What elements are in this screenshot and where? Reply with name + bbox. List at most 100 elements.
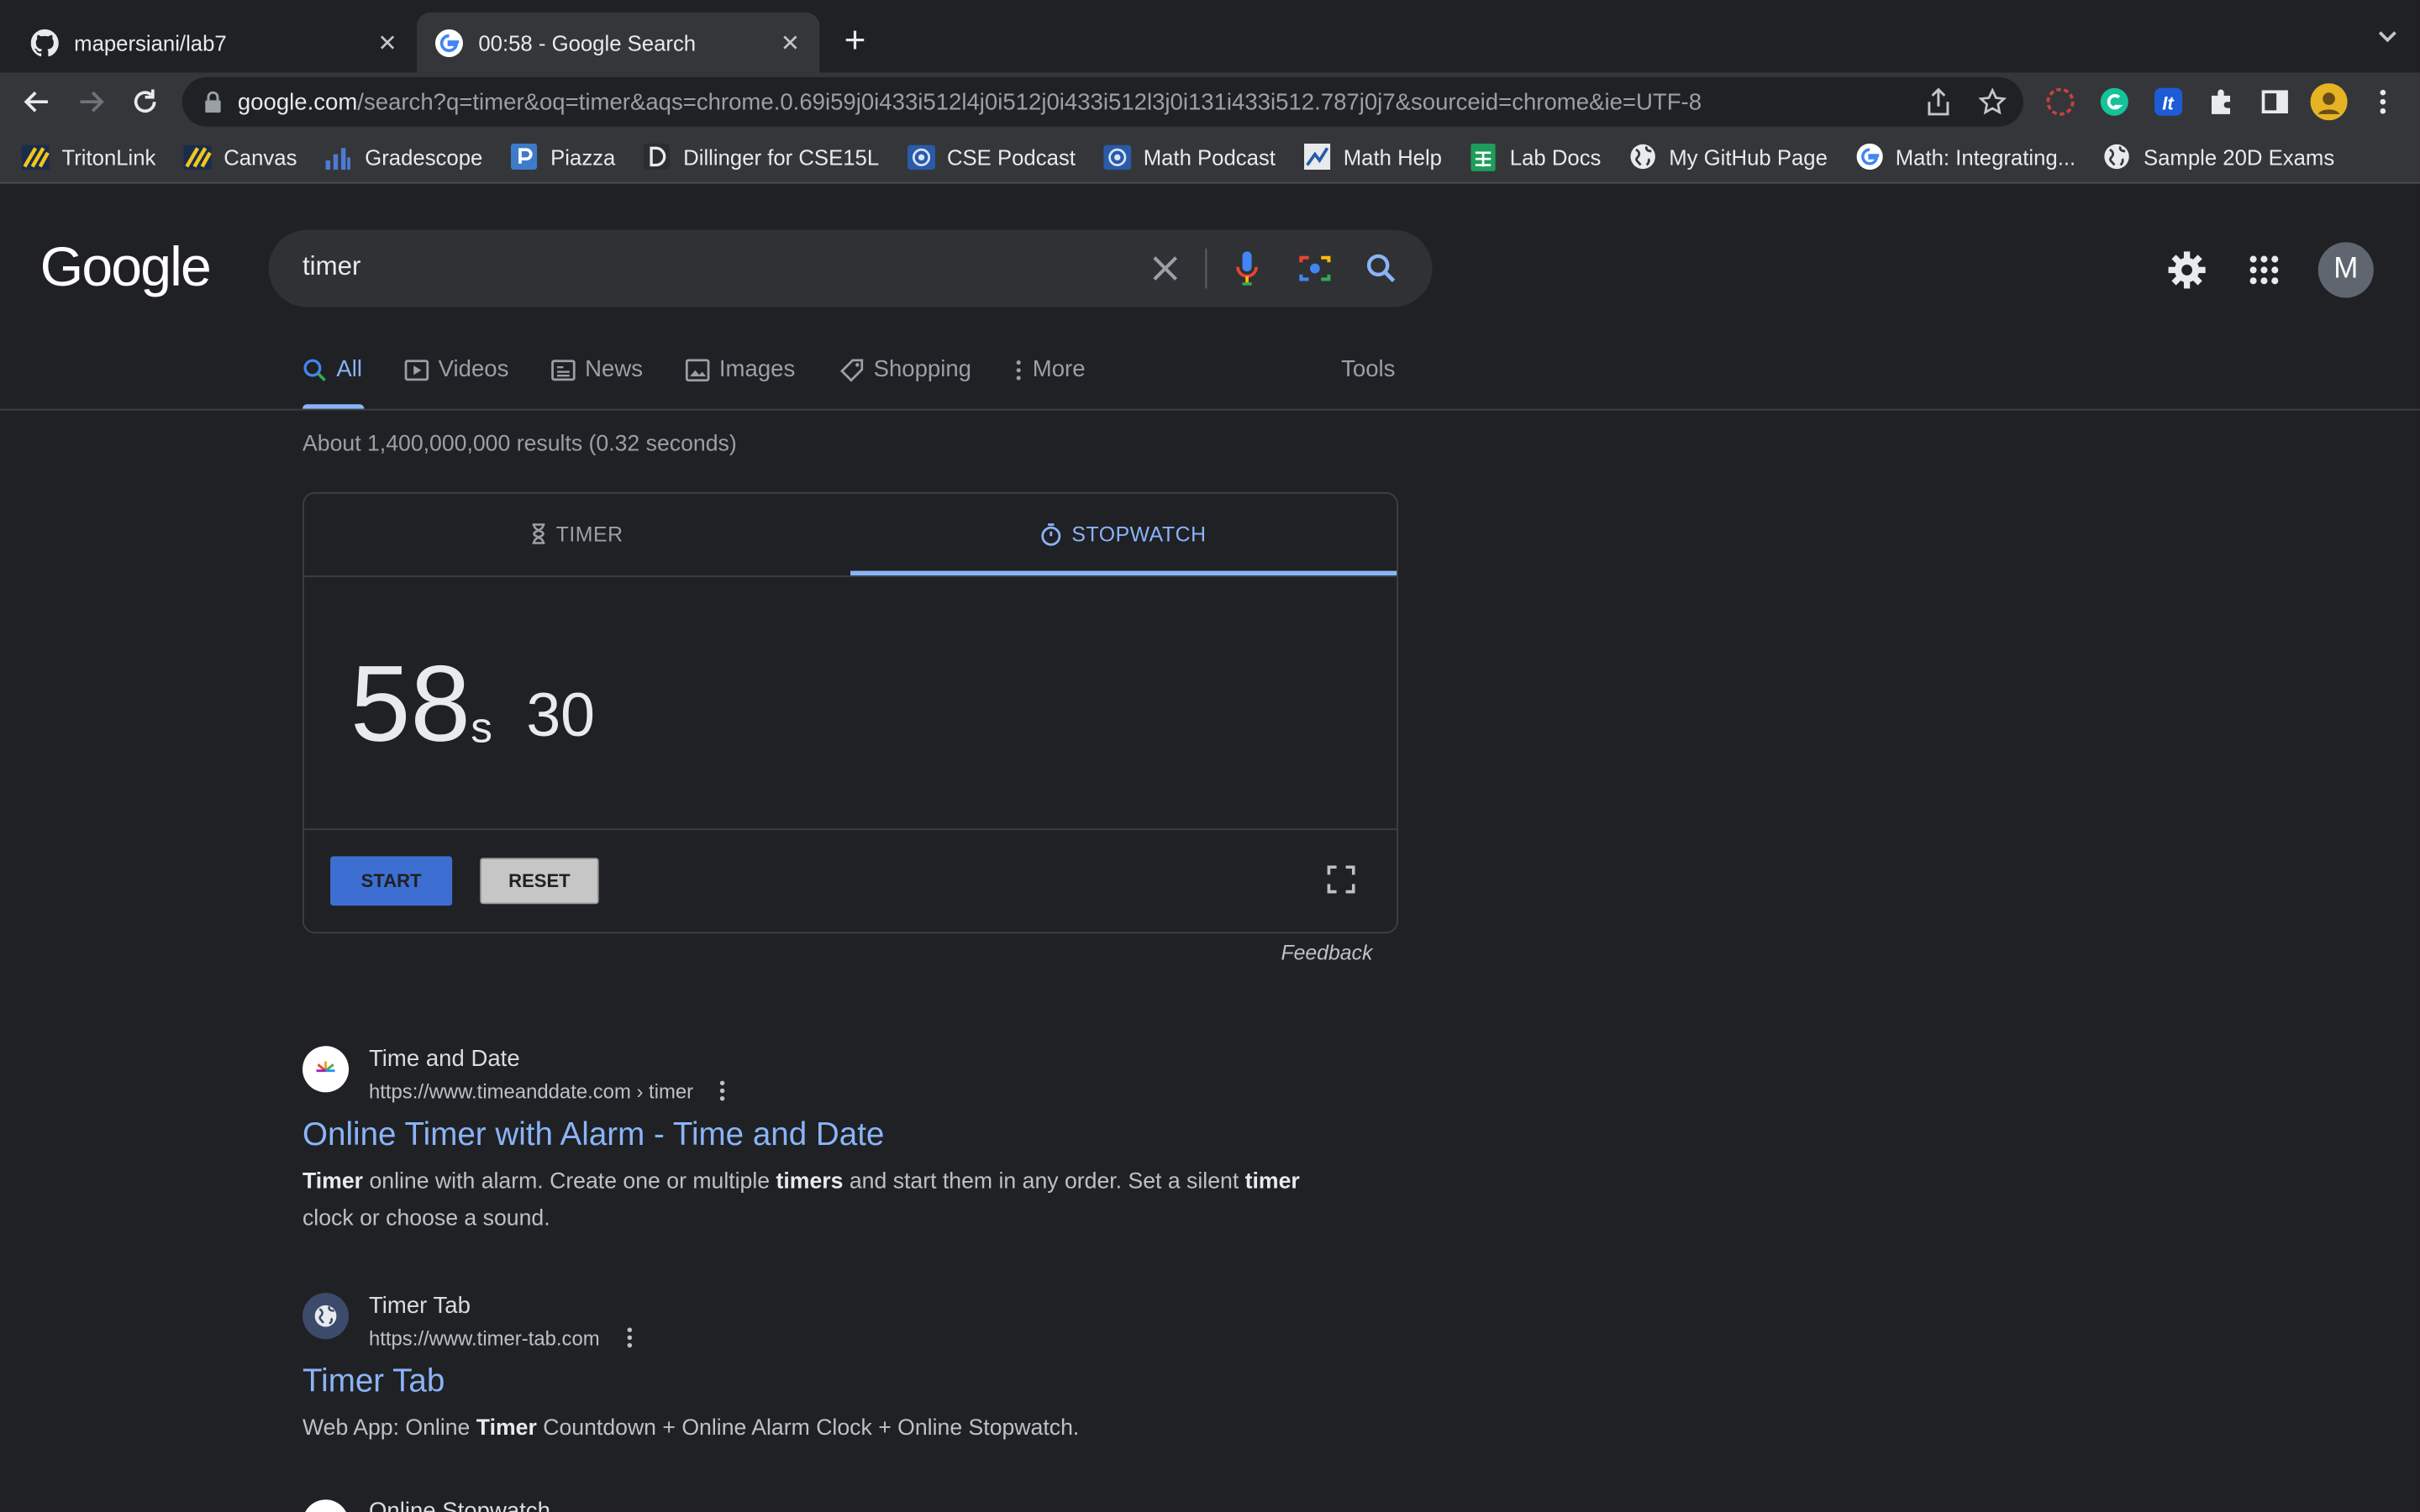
bookmark-label: CSE Podcast	[946, 144, 1076, 170]
result-snippet: Web App: Online Timer Countdown + Online…	[302, 1416, 1080, 1441]
tab-videos[interactable]: Videos	[404, 356, 508, 383]
search-box[interactable]: timer	[268, 229, 1433, 307]
browser-menu-icon[interactable]	[2366, 85, 2400, 118]
reload-icon[interactable]	[125, 81, 166, 122]
browser-toolbar: google.com/search?q=timer&oq=timer&aqs=c…	[0, 72, 2420, 132]
podcast-icon	[1102, 143, 1132, 171]
tag-icon	[839, 357, 864, 381]
bookmark-label: Math: Integrating...	[1895, 144, 2076, 170]
camera-lens-icon[interactable]	[1297, 250, 1334, 287]
lock-icon[interactable]	[203, 91, 222, 113]
result-site-name[interactable]: Online Stopwatch	[369, 1498, 550, 1512]
browser-tab-google-search[interactable]: 00:58 - Google Search ✕	[416, 12, 820, 73]
globe-icon	[1628, 143, 1656, 171]
tab-label: TIMER	[555, 522, 623, 546]
url-text[interactable]: google.com/search?q=timer&oq=timer&aqs=c…	[238, 89, 1905, 115]
result-url[interactable]: https://www.timeanddate.com › timer	[369, 1080, 693, 1104]
bookmark-star-icon[interactable]	[1978, 87, 2007, 116]
bookmark-math-help[interactable]: Math Help	[1303, 143, 1442, 171]
search-icon[interactable]	[1363, 250, 1400, 287]
sheets-icon	[1470, 142, 1497, 171]
browser-tab-github[interactable]: mapersiani/lab7 ✕	[13, 13, 417, 73]
new-tab-button[interactable]: +	[835, 21, 876, 62]
tab-label: Shopping	[873, 356, 972, 383]
google-apps-grid-icon[interactable]	[2241, 247, 2287, 293]
tab-label: All	[336, 356, 363, 383]
microphone-icon[interactable]	[1228, 250, 1265, 287]
extension-blue-icon[interactable]: It	[2151, 85, 2185, 118]
fullscreen-icon[interactable]	[1323, 861, 1360, 898]
tabs-divider	[0, 408, 2420, 411]
svg-text:It: It	[2162, 92, 2175, 113]
clear-search-icon[interactable]	[1147, 250, 1184, 287]
result-snippet: Timer online with alarm. Create one or m…	[302, 1169, 1300, 1231]
stopwatch-widget: TIMER STOPWATCH 58 s 30 START RESET	[302, 491, 1399, 934]
feedback-link[interactable]: Feedback	[1281, 941, 1372, 964]
bookmark-tritonlink[interactable]: TritonLink	[21, 143, 156, 171]
tab-images[interactable]: Images	[685, 356, 795, 383]
reset-button[interactable]: RESET	[480, 858, 599, 905]
bookmark-sample-20d-exams[interactable]: Sample 20D Exams	[2103, 143, 2334, 171]
more-options-icon[interactable]	[713, 1077, 732, 1105]
math-help-icon	[1303, 143, 1331, 171]
stopwatch-centiseconds: 30	[526, 681, 596, 750]
bookmark-piazza[interactable]: Piazza	[510, 143, 615, 171]
result-stats: About 1,400,000,000 results (0.32 second…	[302, 432, 737, 457]
tab-more[interactable]: More	[1014, 356, 1086, 383]
bookmark-label: Dillinger for CSE15L	[683, 144, 880, 170]
bookmark-label: Math Help	[1343, 144, 1442, 170]
bookmark-dillinger[interactable]: Dillinger for CSE15L	[643, 143, 879, 171]
grammarly-icon[interactable]	[2097, 85, 2131, 118]
more-options-icon[interactable]	[620, 1324, 639, 1352]
result-title-link[interactable]: Timer Tab	[302, 1364, 445, 1401]
close-tab-icon[interactable]: ✕	[371, 29, 404, 56]
result-url[interactable]: https://www.timer-tab.com	[369, 1327, 600, 1351]
account-avatar[interactable]: M	[2317, 242, 2374, 298]
tab-title: mapersiani/lab7	[74, 29, 227, 55]
github-icon	[30, 28, 59, 56]
close-tab-icon[interactable]: ✕	[773, 29, 807, 56]
bookmark-canvas[interactable]: Canvas	[183, 143, 297, 171]
card-divider	[303, 828, 1397, 831]
bookmark-math-podcast[interactable]: Math Podcast	[1102, 143, 1276, 171]
tab-all[interactable]: All	[302, 356, 363, 383]
newspaper-icon	[551, 357, 576, 381]
canvas-icon	[183, 143, 212, 171]
url-host: google.com	[237, 88, 358, 115]
tab-timer[interactable]: TIMER	[304, 494, 850, 575]
tab-shopping[interactable]: Shopping	[839, 356, 972, 383]
browser-tab-strip: mapersiani/lab7 ✕ 00:58 - Google Search …	[0, 0, 2420, 73]
card-divider	[303, 575, 1397, 577]
result-title-link[interactable]: Online Timer with Alarm - Time and Date	[302, 1117, 884, 1154]
forward-arrow-icon[interactable]	[71, 81, 111, 122]
tab-search-chevron-icon[interactable]	[2377, 24, 2399, 49]
start-button[interactable]: START	[330, 856, 453, 906]
more-vertical-icon	[1014, 359, 1023, 381]
search-result: Online Stopwatch	[302, 1490, 1352, 1512]
search-input[interactable]: timer	[302, 251, 360, 282]
timeanddate-favicon-icon	[302, 1046, 350, 1093]
bookmark-label: TritonLink	[61, 144, 156, 170]
result-site-name[interactable]: Timer Tab	[369, 1293, 471, 1319]
bookmark-my-github-page[interactable]: My GitHub Page	[1628, 143, 1828, 171]
bookmark-math-integrating[interactable]: Math: Integrating...	[1855, 143, 2075, 171]
tritonlink-icon	[21, 143, 50, 171]
bookmark-lab-docs[interactable]: Lab Docs	[1470, 142, 1601, 171]
side-panel-icon[interactable]	[2258, 85, 2291, 118]
settings-gear-icon[interactable]	[2164, 247, 2210, 293]
tab-stopwatch[interactable]: STOPWATCH	[850, 494, 1397, 575]
url-path: /search?q=timer&oq=timer&aqs=chrome.0.69…	[357, 88, 1702, 115]
back-arrow-icon[interactable]	[17, 81, 57, 122]
tab-news[interactable]: News	[551, 356, 643, 383]
extensions-puzzle-icon[interactable]	[2206, 85, 2239, 118]
bookmark-gradescope[interactable]: Gradescope	[324, 143, 482, 171]
result-site-name[interactable]: Time and Date	[369, 1046, 520, 1072]
tools-button[interactable]: Tools	[1341, 356, 1395, 382]
google-logo[interactable]: Google	[40, 234, 212, 299]
address-bar[interactable]: google.com/search?q=timer&oq=timer&aqs=c…	[182, 76, 2023, 127]
profile-avatar-icon[interactable]	[2310, 83, 2348, 121]
bookmarks-bar: TritonLink Canvas Gradescope Piazza Dill…	[0, 131, 2420, 184]
share-icon[interactable]	[1924, 87, 1952, 116]
bookmark-cse-podcast[interactable]: CSE Podcast	[907, 143, 1076, 171]
extension-red-icon[interactable]	[2044, 85, 2077, 118]
